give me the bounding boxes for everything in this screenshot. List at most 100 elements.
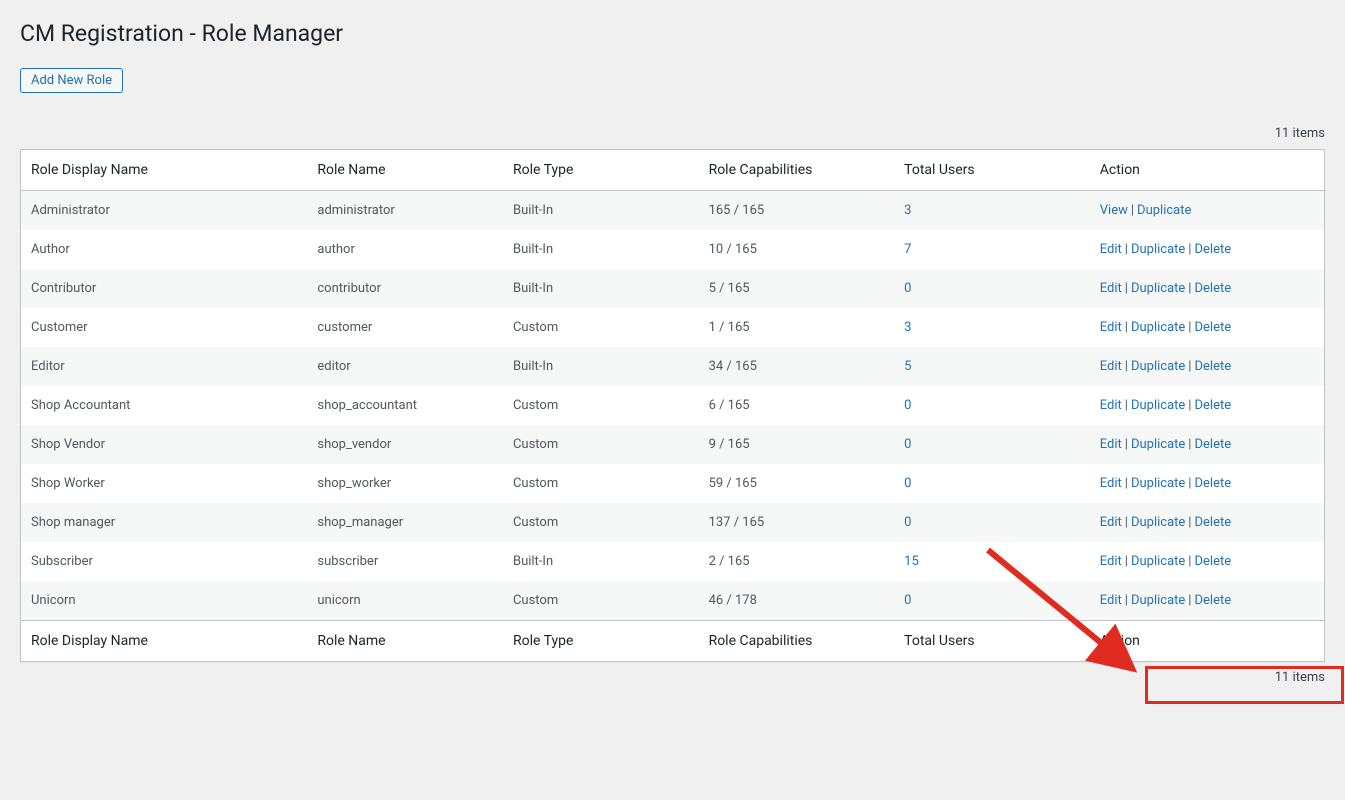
duplicate-link[interactable]: Duplicate xyxy=(1131,320,1185,335)
table-row: UnicornunicornCustom46 / 1780Edit|Duplic… xyxy=(21,581,1325,621)
duplicate-link[interactable]: Duplicate xyxy=(1131,359,1185,374)
cell-display-name: Editor xyxy=(21,347,308,386)
duplicate-link[interactable]: Duplicate xyxy=(1131,515,1185,530)
header-role-name[interactable]: Role Name xyxy=(307,149,503,190)
roles-table: Role Display Name Role Name Role Type Ro… xyxy=(20,149,1325,662)
header-role-capabilities[interactable]: Role Capabilities xyxy=(699,149,895,190)
cell-display-name: Author xyxy=(21,230,308,269)
table-row: SubscribersubscriberBuilt-In2 / 16515Edi… xyxy=(21,542,1325,581)
cell-role-name: shop_manager xyxy=(307,503,503,542)
cell-role-capabilities: 46 / 178 xyxy=(699,581,895,621)
edit-link[interactable]: Edit xyxy=(1100,437,1122,452)
cell-total-users: 7 xyxy=(894,230,1090,269)
duplicate-link[interactable]: Duplicate xyxy=(1131,476,1185,491)
total-users-link[interactable]: 0 xyxy=(904,593,911,608)
cell-action: Edit|Duplicate|Delete xyxy=(1090,464,1325,503)
cell-role-name: contributor xyxy=(307,269,503,308)
total-users-link[interactable]: 0 xyxy=(904,398,911,413)
action-separator: | xyxy=(1125,320,1128,335)
cell-role-name: editor xyxy=(307,347,503,386)
cell-total-users: 0 xyxy=(894,269,1090,308)
items-count-bottom: 11 items xyxy=(20,662,1325,693)
total-users-link[interactable]: 3 xyxy=(904,203,911,218)
delete-link[interactable]: Delete xyxy=(1194,476,1231,491)
total-users-link[interactable]: 0 xyxy=(904,281,911,296)
delete-link[interactable]: Delete xyxy=(1194,593,1231,608)
edit-link[interactable]: Edit xyxy=(1100,398,1122,413)
footer-role-capabilities[interactable]: Role Capabilities xyxy=(699,620,895,661)
cell-action: Edit|Duplicate|Delete xyxy=(1090,230,1325,269)
duplicate-link[interactable]: Duplicate xyxy=(1131,593,1185,608)
edit-link[interactable]: Edit xyxy=(1100,515,1122,530)
cell-role-name: author xyxy=(307,230,503,269)
delete-link[interactable]: Delete xyxy=(1194,359,1231,374)
delete-link[interactable]: Delete xyxy=(1194,242,1231,257)
cell-display-name: Administrator xyxy=(21,190,308,230)
duplicate-link[interactable]: Duplicate xyxy=(1131,398,1185,413)
action-separator: | xyxy=(1125,398,1128,413)
cell-role-capabilities: 1 / 165 xyxy=(699,308,895,347)
cell-display-name: Shop Worker xyxy=(21,464,308,503)
total-users-link[interactable]: 15 xyxy=(904,554,919,569)
footer-display-name[interactable]: Role Display Name xyxy=(21,620,308,661)
edit-link[interactable]: Edit xyxy=(1100,281,1122,296)
table-header-row: Role Display Name Role Name Role Type Ro… xyxy=(21,149,1325,190)
cell-action: Edit|Duplicate|Delete xyxy=(1090,347,1325,386)
delete-link[interactable]: Delete xyxy=(1194,398,1231,413)
duplicate-link[interactable]: Duplicate xyxy=(1131,242,1185,257)
duplicate-link[interactable]: Duplicate xyxy=(1131,554,1185,569)
delete-link[interactable]: Delete xyxy=(1194,281,1231,296)
delete-link[interactable]: Delete xyxy=(1194,437,1231,452)
edit-link[interactable]: Edit xyxy=(1100,476,1122,491)
total-users-link[interactable]: 0 xyxy=(904,437,911,452)
action-separator: | xyxy=(1125,437,1128,452)
edit-link[interactable]: Edit xyxy=(1100,593,1122,608)
edit-link[interactable]: Edit xyxy=(1100,554,1122,569)
footer-role-type[interactable]: Role Type xyxy=(503,620,699,661)
edit-link[interactable]: Edit xyxy=(1100,320,1122,335)
cell-total-users: 0 xyxy=(894,425,1090,464)
duplicate-link[interactable]: Duplicate xyxy=(1131,281,1185,296)
footer-action[interactable]: Action xyxy=(1090,620,1325,661)
header-action[interactable]: Action xyxy=(1090,149,1325,190)
cell-role-capabilities: 34 / 165 xyxy=(699,347,895,386)
header-display-name[interactable]: Role Display Name xyxy=(21,149,308,190)
cell-total-users: 0 xyxy=(894,503,1090,542)
action-separator: | xyxy=(1188,398,1191,413)
footer-total-users[interactable]: Total Users xyxy=(894,620,1090,661)
total-users-link[interactable]: 0 xyxy=(904,515,911,530)
total-users-link[interactable]: 7 xyxy=(904,242,911,257)
cell-display-name: Shop Vendor xyxy=(21,425,308,464)
cell-role-capabilities: 137 / 165 xyxy=(699,503,895,542)
cell-total-users: 3 xyxy=(894,308,1090,347)
cell-role-capabilities: 10 / 165 xyxy=(699,230,895,269)
cell-action: Edit|Duplicate|Delete xyxy=(1090,425,1325,464)
action-separator: | xyxy=(1125,242,1128,257)
header-total-users[interactable]: Total Users xyxy=(894,149,1090,190)
cell-display-name: Shop Accountant xyxy=(21,386,308,425)
cell-action: Edit|Duplicate|Delete xyxy=(1090,542,1325,581)
cell-action: Edit|Duplicate|Delete xyxy=(1090,386,1325,425)
cell-total-users: 3 xyxy=(894,190,1090,230)
action-separator: | xyxy=(1188,320,1191,335)
duplicate-link[interactable]: Duplicate xyxy=(1137,203,1191,218)
header-role-type[interactable]: Role Type xyxy=(503,149,699,190)
action-separator: | xyxy=(1188,593,1191,608)
cell-role-type: Custom xyxy=(503,581,699,621)
edit-link[interactable]: Edit xyxy=(1100,242,1122,257)
duplicate-link[interactable]: Duplicate xyxy=(1131,437,1185,452)
cell-action: Edit|Duplicate|Delete xyxy=(1090,308,1325,347)
edit-link[interactable]: Edit xyxy=(1100,359,1122,374)
action-separator: | xyxy=(1188,359,1191,374)
page-title: CM Registration - Role Manager xyxy=(20,10,1325,53)
table-row: CustomercustomerCustom1 / 1653Edit|Dupli… xyxy=(21,308,1325,347)
delete-link[interactable]: Delete xyxy=(1194,554,1231,569)
total-users-link[interactable]: 5 xyxy=(904,359,911,374)
total-users-link[interactable]: 3 xyxy=(904,320,911,335)
add-new-role-button[interactable]: Add New Role xyxy=(20,68,123,93)
view-link[interactable]: View xyxy=(1100,203,1128,218)
delete-link[interactable]: Delete xyxy=(1194,320,1231,335)
delete-link[interactable]: Delete xyxy=(1194,515,1231,530)
total-users-link[interactable]: 0 xyxy=(904,476,911,491)
footer-role-name[interactable]: Role Name xyxy=(307,620,503,661)
